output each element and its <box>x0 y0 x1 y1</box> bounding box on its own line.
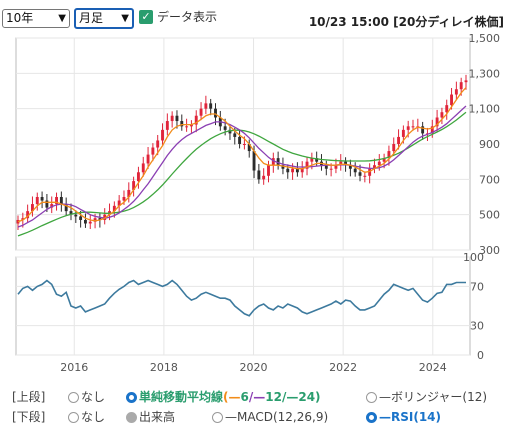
candle <box>358 172 362 176</box>
rsi-label: RSI(14) <box>391 410 442 424</box>
rsi-line <box>17 279 466 317</box>
candle <box>392 144 396 152</box>
candle <box>238 136 242 144</box>
candle <box>459 82 463 90</box>
candle <box>445 105 449 113</box>
rsi-axis-tick-label: 30 <box>470 320 484 333</box>
candle <box>156 140 160 148</box>
candle <box>450 94 453 106</box>
candle <box>170 115 174 122</box>
rsi-axis-tick-label: 70 <box>470 280 484 293</box>
candle <box>45 200 49 208</box>
candle <box>35 197 39 205</box>
candle <box>146 154 150 164</box>
x-axis-tick-label: 2020 <box>240 361 268 374</box>
sma6-label: 6 <box>240 390 249 404</box>
candle <box>397 136 401 144</box>
radio-lower-none-label: なし <box>81 410 106 424</box>
candle <box>141 163 145 173</box>
candle <box>454 89 458 95</box>
candle <box>406 126 410 130</box>
candle <box>242 144 246 145</box>
candle <box>291 168 295 173</box>
radio-icon <box>68 412 79 423</box>
radio-icon <box>366 392 377 403</box>
sma-label: 単純移動平均線 <box>139 390 224 404</box>
sma12-label: 12 <box>265 390 282 404</box>
candle <box>199 108 203 116</box>
rsi-panel-frame <box>15 256 471 356</box>
x-axis-tick-label: 2022 <box>329 361 357 374</box>
radio-disabled-icon <box>126 412 137 423</box>
candle <box>363 175 367 177</box>
legend-lower-label: [下段] <box>12 410 46 424</box>
candle <box>161 129 164 141</box>
candle <box>185 126 189 128</box>
radio-lower-none[interactable]: なし <box>68 407 105 427</box>
candle <box>252 151 256 171</box>
radio-rsi[interactable]: —RSI(14) <box>366 407 441 427</box>
candle <box>353 168 357 173</box>
x-axis-tick-label: 2018 <box>150 361 178 374</box>
candle <box>257 170 261 180</box>
bollinger-label: ボリンジャー(12) <box>391 390 488 404</box>
candle <box>214 108 217 118</box>
candle <box>233 133 237 137</box>
candle <box>377 161 381 166</box>
price-axis-tick-label: 700 <box>479 173 500 186</box>
price-axis-tick-label: 900 <box>479 138 500 151</box>
candle <box>88 221 92 224</box>
radio-icon <box>68 392 79 403</box>
candle <box>286 168 290 173</box>
rsi-axis-tick-label: 100 <box>463 251 484 264</box>
candle <box>165 121 169 130</box>
candle <box>204 103 208 109</box>
macd-label: MACD(12,26,9) <box>237 410 329 424</box>
candle <box>122 197 126 201</box>
candle <box>74 214 78 217</box>
candle <box>136 172 140 182</box>
stock-chart: 3005007009001,1001,3001,500030701002016 2… <box>15 32 501 374</box>
sma12-line <box>17 105 467 228</box>
candle <box>267 165 270 176</box>
candle <box>262 175 266 180</box>
radio-volume[interactable]: 出来高 <box>126 407 175 427</box>
candle <box>440 112 444 118</box>
candle <box>401 129 405 137</box>
radio-selected-icon <box>366 412 377 423</box>
candle <box>40 197 44 201</box>
candle <box>329 168 333 170</box>
candle <box>175 115 179 122</box>
price-axis-tick-label: 1,300 <box>469 67 501 80</box>
candle <box>368 168 372 176</box>
price-axis-tick-label: 1,100 <box>469 103 501 116</box>
volume-label: 出来高 <box>139 410 176 424</box>
sma24-label: 24 <box>298 390 316 404</box>
legend-upper-label: [上段] <box>12 390 46 404</box>
price-axis-tick-label: 500 <box>479 209 500 222</box>
radio-upper-none[interactable]: なし <box>68 387 105 407</box>
x-axis-tick-label: 2024 <box>419 361 447 374</box>
radio-upper-none-label: なし <box>81 390 106 404</box>
candle <box>151 147 155 155</box>
radio-macd[interactable]: —MACD(12,26,9) <box>212 407 328 427</box>
radio-bollinger[interactable]: —ボリンジャー(12) <box>366 387 487 407</box>
candle <box>223 126 227 130</box>
candle <box>79 216 83 220</box>
price-axis-tick-label: 1,500 <box>469 32 501 45</box>
radio-icon <box>212 412 223 423</box>
candle <box>411 126 415 128</box>
radio-sma[interactable]: 単純移動平均線(—6/—12/—24) <box>126 387 321 407</box>
candle <box>83 219 87 224</box>
x-axis-tick-label: 2016 <box>60 361 88 374</box>
candle <box>209 103 213 109</box>
rsi-axis-tick-label: 0 <box>477 349 484 362</box>
candle <box>464 80 468 83</box>
candle <box>59 197 63 205</box>
radio-selected-icon <box>126 392 137 403</box>
